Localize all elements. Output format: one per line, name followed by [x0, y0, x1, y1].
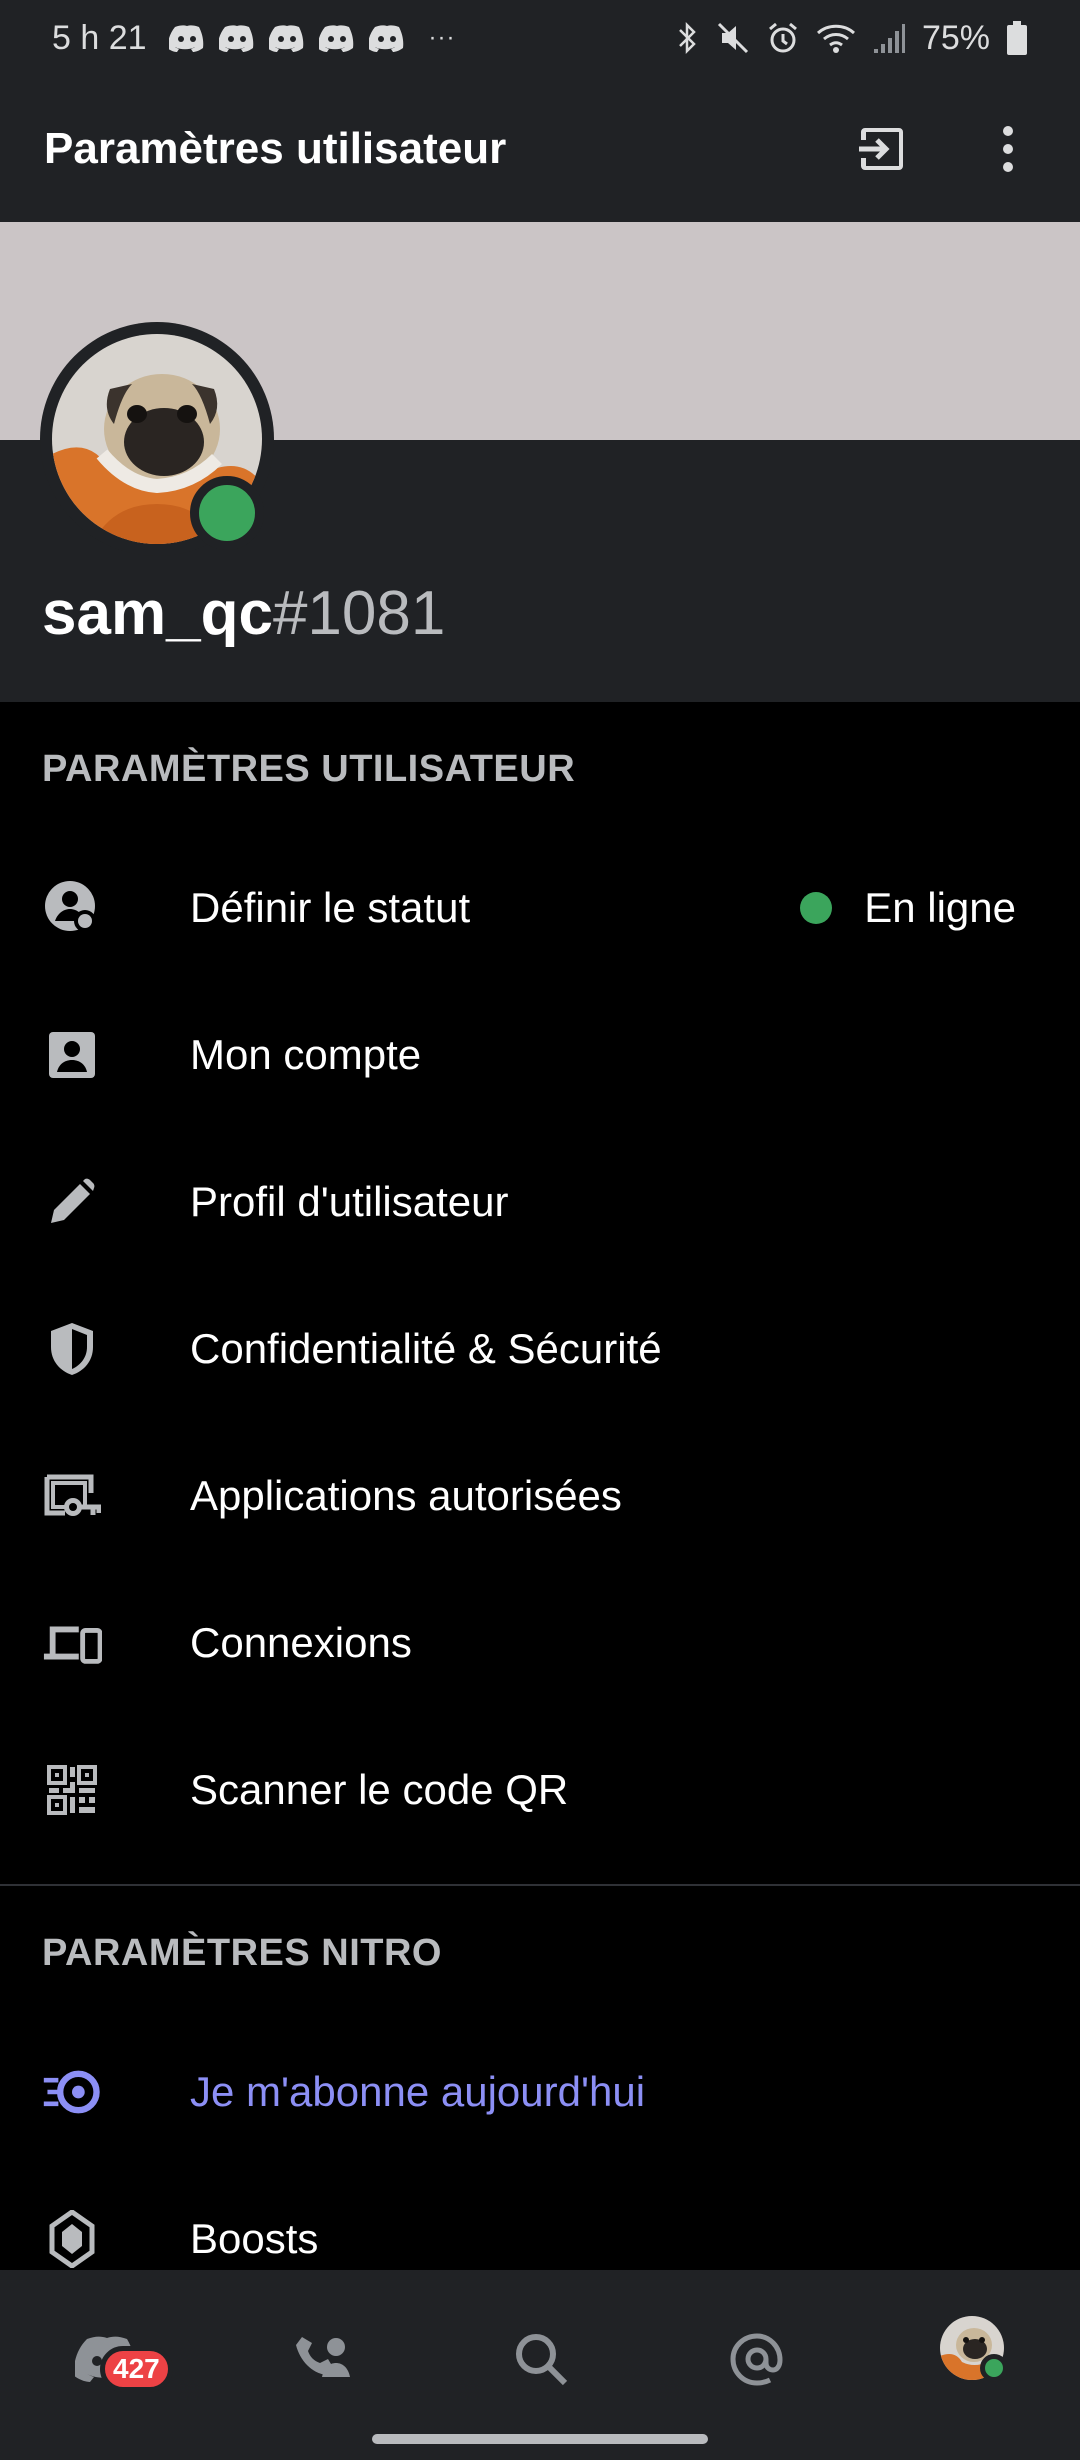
wifi-icon [816, 24, 855, 53]
menu-label: Confidentialité & Sécurité [190, 1325, 662, 1372]
friends-icon [296, 2337, 350, 2377]
username-discriminator: #1081 [272, 579, 446, 648]
menu-label: Mon compte [190, 1031, 422, 1078]
mute-icon [717, 22, 748, 54]
menu-item-privacy-security[interactable]: Confidentialité & Sécurité [0, 1276, 1080, 1422]
status-value-label: En ligne [864, 884, 1016, 931]
bluetooth-icon [679, 21, 696, 55]
mentions-icon [730, 2333, 783, 2386]
gesture-home-indicator[interactable] [372, 2434, 708, 2444]
menu-label: Applications autorisées [190, 1472, 622, 1519]
alarm-icon [768, 22, 797, 53]
status-left: 5 h 21 ··· [52, 19, 456, 58]
nav-friends[interactable] [280, 2314, 370, 2404]
nav-search[interactable] [496, 2314, 586, 2404]
status-icon [42, 878, 102, 938]
section-header-user-settings: PARAMÈTRES UTILISATEUR [42, 748, 576, 790]
status-bar: 5 h 21 ··· 75% [0, 0, 1080, 76]
signal-icon [873, 24, 905, 53]
discord-notification-icon [366, 23, 405, 53]
battery-percent: 75% [921, 18, 990, 57]
menu-item-connections[interactable]: Connexions [0, 1570, 1080, 1716]
discord-notification-icon [266, 23, 305, 53]
online-dot-icon [800, 892, 833, 924]
qr-code-icon [42, 1760, 102, 1820]
menu-item-user-profile[interactable]: Profil d'utilisateur [0, 1129, 1080, 1275]
menu-label: Je m'abonne aujourd'hui [190, 2068, 646, 2115]
discord-notification-icon [166, 23, 205, 53]
apps-key-icon [42, 1466, 102, 1526]
page-title: Paramètres utilisateur [44, 124, 507, 173]
more-vert-icon [1003, 126, 1013, 172]
search-icon [516, 2334, 568, 2386]
username-name: sam_qc [42, 579, 273, 648]
discord-notification-icon [216, 23, 255, 53]
status-right: 75% [676, 19, 1028, 58]
username: sam_qc#1081 [42, 578, 445, 649]
menu-item-scan-qr[interactable]: Scanner le code QR [0, 1717, 1080, 1863]
menu-label: Scanner le code QR [190, 1766, 569, 1813]
section-header-nitro-settings: PARAMÈTRES NITRO [42, 1932, 442, 1974]
status-value: En ligne [800, 884, 1016, 932]
online-status-indicator [190, 476, 264, 550]
discord-notification-icon [316, 23, 355, 53]
app-actions [854, 121, 1036, 177]
logout-icon [859, 128, 903, 170]
status-time: 5 h 21 [52, 18, 147, 57]
account-icon [42, 1025, 102, 1085]
menu-item-set-status[interactable]: Définir le statut En ligne [0, 835, 1080, 981]
boost-icon [42, 2209, 102, 2269]
menu-label: Connexions [190, 1619, 412, 1666]
menu-item-authorized-apps[interactable]: Applications autorisées [0, 1423, 1080, 1569]
nav-online-status-indicator [980, 2354, 1008, 2382]
nitro-icon [42, 2062, 102, 2122]
battery-icon [1007, 21, 1027, 55]
menu-label: Profil d'utilisateur [190, 1178, 509, 1225]
menu-label: Boosts [190, 2215, 319, 2262]
home-notification-badge: 427 [100, 2346, 173, 2392]
logout-button[interactable] [854, 121, 910, 177]
bottom-navigation: 427 [0, 2270, 1080, 2460]
menu-item-subscribe-nitro[interactable]: Je m'abonne aujourd'hui [0, 2019, 1080, 2165]
devices-icon [42, 1613, 102, 1673]
pencil-icon [42, 1172, 102, 1232]
nav-mentions[interactable] [712, 2314, 802, 2404]
app-bar: Paramètres utilisateur [0, 76, 1080, 222]
more-options-button[interactable] [980, 121, 1036, 177]
menu-label: Définir le statut [190, 884, 471, 931]
section-divider [0, 1884, 1080, 1886]
menu-item-my-account[interactable]: Mon compte [0, 982, 1080, 1128]
more-notifications-icon: ··· [428, 24, 456, 51]
shield-icon [42, 1319, 102, 1379]
